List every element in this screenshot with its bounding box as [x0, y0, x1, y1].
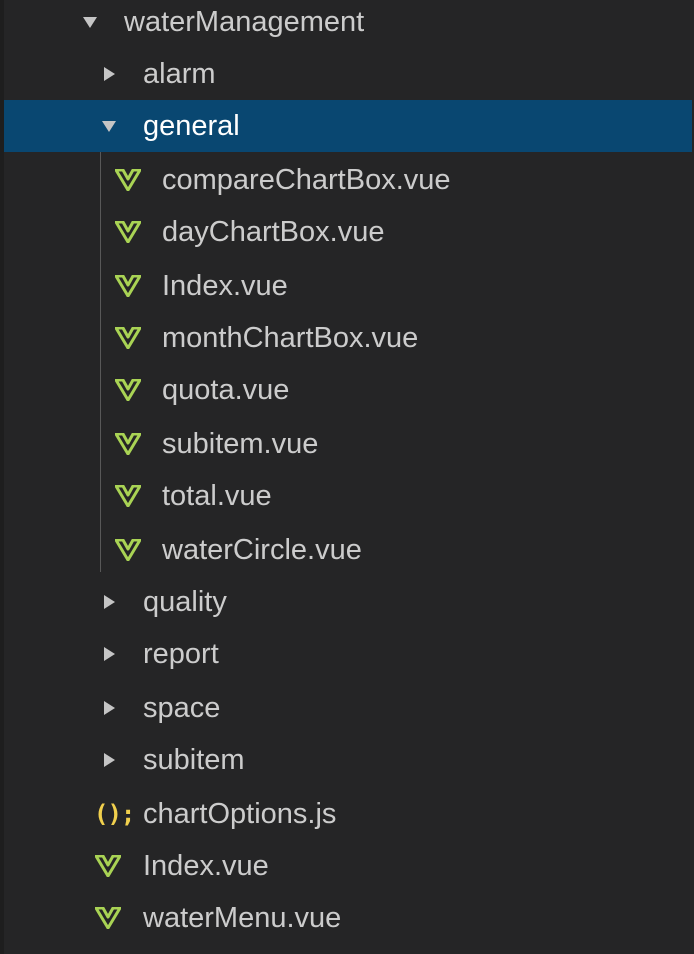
- js-file-icon: ();: [94, 800, 135, 828]
- tree-item-label: waterCircle.vue: [162, 534, 362, 566]
- tree-item-label: Index.vue: [143, 850, 269, 882]
- chevron-down-icon: [102, 121, 116, 132]
- vue-file-icon: [115, 485, 141, 507]
- vue-file-icon: [115, 379, 141, 401]
- tree-item-label: space: [143, 692, 221, 724]
- tree-file-watermenu[interactable]: waterMenu.vue: [0, 892, 694, 944]
- tree-file-watercircle[interactable]: waterCircle.vue: [0, 524, 694, 576]
- tree-item-label: alarm: [143, 58, 216, 90]
- tree-file-root-index[interactable]: Index.vue: [0, 840, 694, 892]
- tree-file-quota[interactable]: quota.vue: [0, 364, 694, 416]
- tree-item-label: Index.vue: [162, 270, 288, 302]
- tree-folder-subitem[interactable]: subitem: [0, 734, 694, 786]
- chevron-right-icon: [104, 595, 115, 609]
- tree-item-label: report: [143, 638, 219, 670]
- vue-file-icon: [115, 433, 141, 455]
- tree-item-label: waterMenu.vue: [143, 902, 342, 934]
- tree-folder-watermanagement[interactable]: waterManagement: [0, 0, 694, 48]
- tree-item-label: quality: [143, 586, 227, 618]
- tree-item-label: waterManagement: [124, 6, 365, 38]
- tree-file-comparechartbox[interactable]: compareChartBox.vue: [0, 154, 694, 206]
- vue-file-icon: [115, 539, 141, 561]
- tree-item-label: subitem: [143, 744, 245, 776]
- vue-file-icon: [95, 907, 121, 929]
- vue-file-icon: [115, 327, 141, 349]
- tree-file-daychartbox[interactable]: dayChartBox.vue: [0, 206, 694, 258]
- chevron-down-icon: [83, 17, 97, 28]
- tree-file-subitem[interactable]: subitem.vue: [0, 418, 694, 470]
- vue-file-icon: [115, 169, 141, 191]
- tree-item-label: chartOptions.js: [143, 798, 337, 830]
- chevron-right-icon: [104, 753, 115, 767]
- tree-folder-alarm[interactable]: alarm: [0, 48, 694, 100]
- tree-file-total[interactable]: total.vue: [0, 470, 694, 522]
- vue-file-icon: [115, 275, 141, 297]
- tree-folder-quality[interactable]: quality: [0, 576, 694, 628]
- chevron-right-icon: [104, 67, 115, 81]
- tree-item-label: compareChartBox.vue: [162, 164, 451, 196]
- chevron-right-icon: [104, 647, 115, 661]
- tree-file-chartoptions[interactable]: (); chartOptions.js: [0, 788, 694, 840]
- vue-file-icon: [115, 221, 141, 243]
- tree-item-label: monthChartBox.vue: [162, 322, 419, 354]
- vue-file-icon: [95, 855, 121, 877]
- tree-item-label: general: [143, 110, 240, 142]
- tree-folder-general[interactable]: general: [4, 100, 692, 152]
- chevron-right-icon: [104, 701, 115, 715]
- tree-item-label: quota.vue: [162, 374, 290, 406]
- tree-item-label: dayChartBox.vue: [162, 216, 385, 248]
- tree-item-label: total.vue: [162, 480, 272, 512]
- tree-file-index[interactable]: Index.vue: [0, 260, 694, 312]
- file-explorer-tree: waterManagement alarm general compareCha…: [0, 0, 694, 954]
- tree-file-monthchartbox[interactable]: monthChartBox.vue: [0, 312, 694, 364]
- tree-folder-space[interactable]: space: [0, 682, 694, 734]
- tree-item-label: subitem.vue: [162, 428, 319, 460]
- tree-folder-report[interactable]: report: [0, 628, 694, 680]
